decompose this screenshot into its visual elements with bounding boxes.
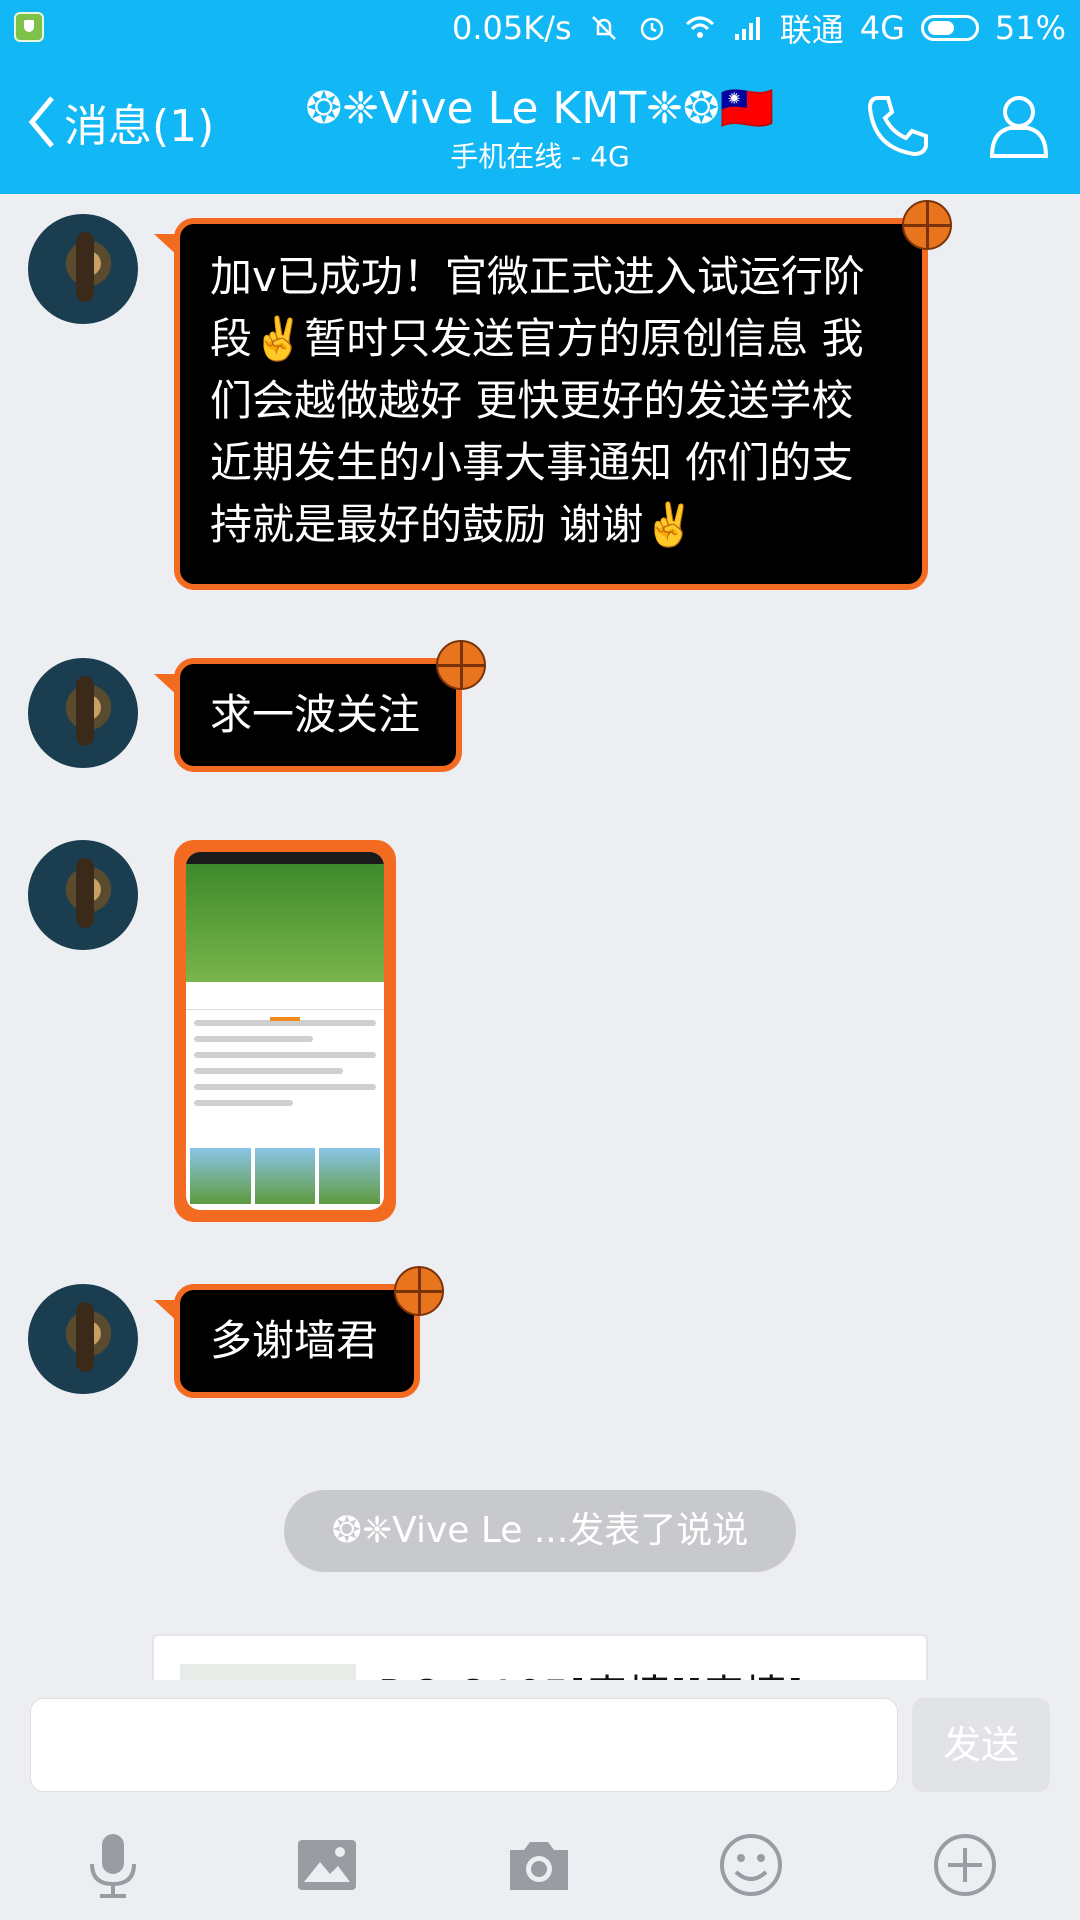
message-text: 求一波关注 bbox=[210, 690, 421, 739]
signal-icon bbox=[734, 17, 760, 40]
post-preview-text: P.Q.Q105[表情][表情] bbox=[378, 1662, 803, 1680]
message-bubble[interactable]: 求一波关注 bbox=[154, 640, 486, 772]
post-thumbnail bbox=[180, 1664, 356, 1680]
alarm-icon bbox=[640, 17, 663, 41]
battery-percent: 51% bbox=[994, 9, 1066, 47]
chevron-left-icon bbox=[28, 96, 54, 148]
message-text: 多谢墙君 bbox=[210, 1316, 379, 1365]
image-message[interactable] bbox=[174, 840, 396, 1222]
phone-call-icon[interactable] bbox=[862, 90, 932, 160]
message-bubble[interactable]: 加v已成功！官微正式进入试运行阶段✌️暂时只发送官方的原创信息 我们会越做越好 … bbox=[154, 200, 952, 590]
message-input[interactable] bbox=[30, 1698, 898, 1792]
carrier-label: 联通 bbox=[779, 11, 844, 49]
bubble-tail bbox=[154, 1300, 180, 1324]
basketball-icon bbox=[902, 200, 952, 250]
send-button[interactable]: 发送 bbox=[912, 1698, 1050, 1792]
chat-title-block[interactable]: ❂❈Vive Le KMT❈❂🇹🇼 手机在线 - 4G bbox=[240, 82, 840, 176]
screenshot-thumbnail[interactable] bbox=[186, 852, 384, 1210]
shared-post-card[interactable]: P.Q.Q105[表情][表情] bbox=[152, 1634, 928, 1680]
camera-icon[interactable] bbox=[504, 1830, 574, 1900]
back-label: 消息(1) bbox=[64, 101, 215, 152]
network-type: 4G bbox=[859, 9, 905, 47]
battery-icon bbox=[920, 15, 979, 41]
plus-icon[interactable] bbox=[930, 1830, 1000, 1900]
wifi-icon bbox=[685, 16, 714, 38]
sender-avatar[interactable] bbox=[28, 658, 138, 768]
chat-title: ❂❈Vive Le KMT❈❂🇹🇼 bbox=[305, 83, 775, 134]
sender-avatar[interactable] bbox=[28, 840, 138, 950]
chat-messages[interactable]: 加v已成功！官微正式进入试运行阶段✌️暂时只发送官方的原创信息 我们会越做越好 … bbox=[0, 194, 1080, 1680]
bubble-tail bbox=[154, 234, 180, 258]
mute-bell-icon bbox=[591, 16, 616, 40]
back-button[interactable]: 消息(1) bbox=[26, 92, 214, 152]
basketball-icon bbox=[436, 640, 486, 690]
sender-avatar[interactable] bbox=[28, 214, 138, 324]
bubble-tail bbox=[154, 674, 180, 698]
post-notice[interactable]: ❂❈Vive Le ...发表了说说 bbox=[284, 1490, 796, 1572]
sender-avatar[interactable] bbox=[28, 1284, 138, 1394]
chat-header: 消息(1) ❂❈Vive Le KMT❈❂🇹🇼 手机在线 - 4G bbox=[0, 56, 1080, 194]
image-icon[interactable] bbox=[292, 1830, 362, 1900]
shield-icon bbox=[14, 12, 44, 42]
message-text: 加v已成功！官微正式进入试运行阶段✌️暂时只发送官方的原创信息 我们会越做越好 … bbox=[210, 252, 865, 549]
emoji-icon[interactable] bbox=[716, 1830, 786, 1900]
basketball-icon bbox=[394, 1266, 444, 1316]
input-bar: 发送 bbox=[0, 1680, 1080, 1920]
microphone-icon[interactable] bbox=[78, 1830, 148, 1900]
message-bubble[interactable]: 多谢墙君 bbox=[154, 1266, 444, 1398]
online-status: 手机在线 - 4G bbox=[450, 140, 630, 173]
network-speed: 0.05K/s bbox=[452, 9, 572, 47]
profile-icon[interactable] bbox=[984, 90, 1054, 160]
status-bar: 0.05K/s 联通 4G 51% bbox=[0, 0, 1080, 56]
